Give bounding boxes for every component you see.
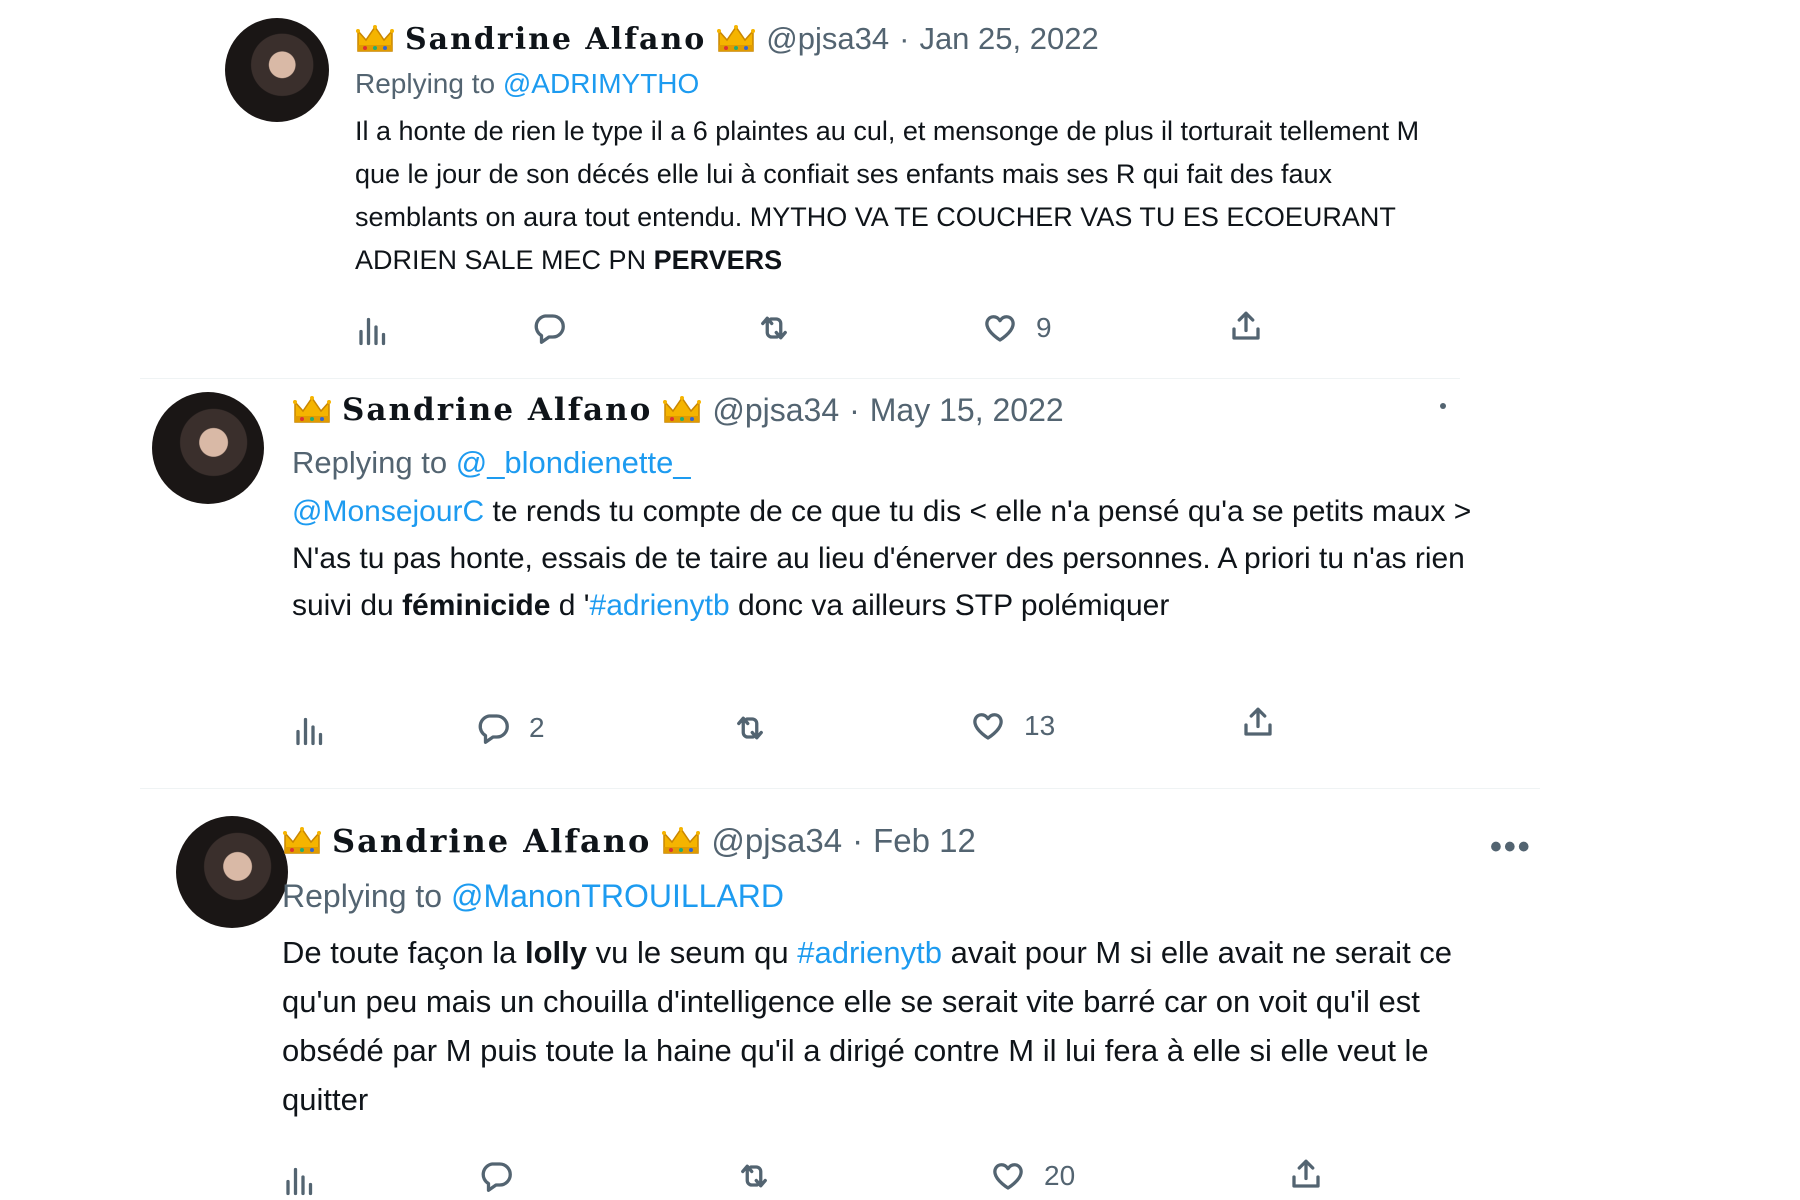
reply-action[interactable] [531, 310, 585, 346]
like-action[interactable]: 13 [970, 708, 1055, 744]
like-count: 9 [1036, 312, 1052, 343]
retweet-icon [756, 310, 792, 346]
tweet-text: @MonsejourC te rends tu compte de ce que… [292, 488, 1472, 629]
reply-action[interactable] [478, 1158, 532, 1194]
replying-to: Replying to @ADRIMYTHO [355, 68, 699, 100]
more-dot[interactable] [1440, 403, 1446, 409]
reply-mention[interactable]: @ADRIMYTHO [503, 68, 699, 99]
share-action[interactable] [1240, 704, 1276, 740]
views-icon [292, 712, 328, 748]
views-icon [282, 1162, 318, 1198]
replying-to: Replying to @ManonTROUILLARD [282, 878, 784, 915]
hashtag-link[interactable]: #adrienytb [797, 935, 942, 970]
reply-mention[interactable]: @_blondienette_ [456, 445, 691, 480]
like-icon [982, 310, 1018, 346]
separator: · [849, 391, 860, 428]
tweet-date[interactable]: Feb 12 [873, 822, 976, 860]
display-name[interactable]: Sandrine Alfano [405, 22, 706, 57]
tweet-header: Sandrine Alfano @pjsa34 · May 15, 2022 [292, 388, 1064, 432]
retweet-action[interactable] [732, 710, 786, 746]
display-name[interactable]: Sandrine Alfano [332, 822, 651, 860]
replying-to: Replying to @_blondienette_ [292, 445, 691, 481]
tweet-text-bold: PERVERS [653, 245, 783, 275]
tweet-text-bold: lolly [525, 935, 588, 970]
avatar[interactable] [152, 392, 264, 504]
divider [140, 788, 1540, 789]
retweet-icon [732, 710, 768, 746]
views-icon [355, 312, 391, 348]
tweet-header: Sandrine Alfano @pjsa34 · Feb 12 [282, 818, 976, 864]
replying-prefix: Replying to [292, 445, 448, 480]
reply-icon [531, 310, 567, 346]
divider [140, 378, 1460, 379]
tweet-text-part: De toute façon la [282, 935, 525, 970]
retweet-action[interactable] [736, 1158, 790, 1194]
like-count: 13 [1024, 710, 1056, 741]
reply-action[interactable]: 2 [475, 710, 545, 746]
separator: · [852, 822, 864, 859]
views-action[interactable] [282, 1162, 336, 1198]
tweet-date[interactable]: Jan 25, 2022 [919, 21, 1098, 57]
tweet-text: Il a honte de rien le type il a 6 plaint… [355, 110, 1455, 282]
retweet-action[interactable] [756, 310, 810, 346]
share-icon [1228, 308, 1264, 344]
views-action[interactable] [355, 312, 409, 348]
views-action[interactable] [292, 712, 346, 748]
hashtag-link[interactable]: #adrienytb [590, 589, 730, 622]
display-name[interactable]: Sandrine Alfano [342, 392, 652, 428]
reply-mention[interactable]: @ManonTROUILLARD [451, 878, 784, 914]
tweet-text: De toute façon la lolly vu le seum qu #a… [282, 928, 1512, 1124]
share-icon [1288, 1156, 1324, 1192]
replying-prefix: Replying to [282, 878, 443, 914]
tweet-text-part: donc va ailleurs STP polémiquer [729, 589, 1170, 622]
more-icon[interactable]: ••• [1490, 828, 1532, 867]
like-count: 20 [1044, 1160, 1076, 1191]
reply-icon [478, 1158, 514, 1194]
crown-icon [355, 23, 395, 55]
crown-icon [282, 825, 322, 857]
avatar[interactable] [225, 18, 329, 122]
tweet-text-bold: féminicide [402, 589, 551, 622]
handle[interactable]: @pjsa34 [712, 392, 839, 429]
share-action[interactable] [1228, 308, 1264, 344]
retweet-icon [736, 1158, 772, 1194]
crown-icon [661, 825, 701, 857]
handle[interactable]: @pjsa34 [711, 822, 842, 860]
tweet-text-part: d ' [550, 589, 590, 622]
like-icon [970, 708, 1006, 744]
crown-icon [292, 394, 332, 426]
replying-prefix: Replying to [355, 68, 496, 99]
tweet-text-part: vu le seum qu [587, 935, 798, 970]
like-action[interactable]: 20 [990, 1158, 1075, 1194]
tweet-header: Sandrine Alfano @pjsa34 · Jan 25, 2022 [355, 18, 1099, 60]
crown-icon [662, 394, 702, 426]
avatar[interactable] [176, 816, 288, 928]
crown-icon [716, 23, 756, 55]
share-icon [1240, 704, 1276, 740]
tweet-date[interactable]: May 15, 2022 [870, 392, 1064, 429]
mention-link[interactable]: @MonsejourC [292, 495, 484, 528]
share-action[interactable] [1288, 1156, 1324, 1192]
separator: · [899, 21, 910, 56]
like-action[interactable]: 9 [982, 310, 1052, 346]
reply-icon [475, 710, 511, 746]
reply-count: 2 [529, 712, 545, 743]
like-icon [990, 1158, 1026, 1194]
handle[interactable]: @pjsa34 [766, 21, 889, 57]
tweet-text-main: Il a honte de rien le type il a 6 plaint… [355, 116, 1420, 275]
